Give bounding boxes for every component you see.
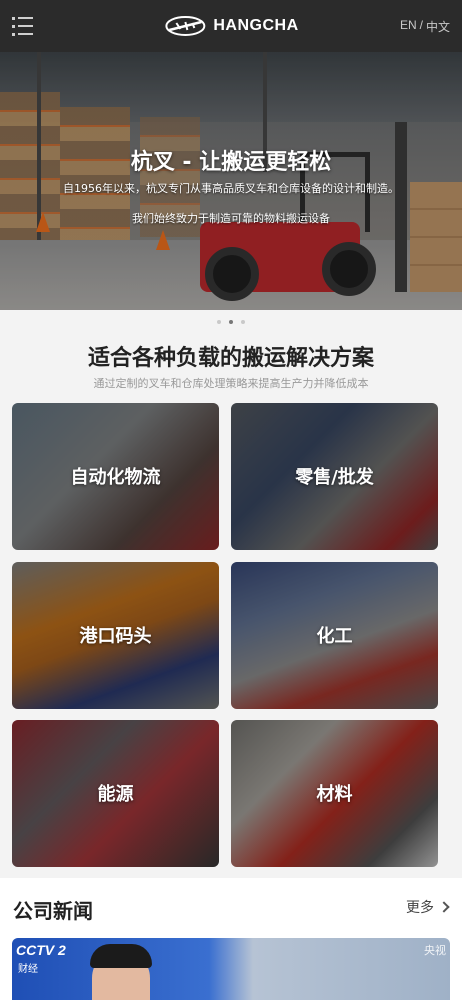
cctv-channel-sub: 财经 xyxy=(18,964,38,975)
top-header: HANGCHA EN / 中文 xyxy=(0,0,462,52)
lang-separator: / xyxy=(419,17,423,32)
solution-card-label: 能源 xyxy=(97,784,134,805)
brand-name: HANGCHA xyxy=(213,17,299,34)
hero-subtitle: 自1956年以来，杭叉专门从事高品质叉车和仓库设备的设计和制造。 xyxy=(63,182,399,195)
chevron-right-icon xyxy=(438,901,450,913)
menu-icon[interactable] xyxy=(12,13,38,39)
hero-banner[interactable]: 杭叉 - 让搬运更轻松 自1956年以来，杭叉专门从事高品质叉车和仓库设备的设计… xyxy=(0,52,462,310)
news-title: 公司新闻 xyxy=(13,899,93,923)
solution-card-port-terminal[interactable]: 港口码头 xyxy=(12,562,219,709)
solutions-title: 适合各种负载的搬运解决方案 xyxy=(87,346,374,371)
solution-card-materials[interactable]: 材料 xyxy=(231,720,438,867)
cctv-logo: CCTV 2 xyxy=(16,942,66,958)
solution-card-energy[interactable]: 能源 xyxy=(12,720,219,867)
solution-card-label: 材料 xyxy=(316,784,353,805)
lang-zh-link[interactable]: 中文 xyxy=(426,18,450,35)
solutions-subtitle: 通过定制的叉车和仓库处理策略来提高生产力并降低成本 xyxy=(93,377,369,390)
solution-card-label: 零售/批发 xyxy=(295,467,374,488)
news-more-label: 更多 xyxy=(406,900,434,916)
solution-card-label: 自动化物流 xyxy=(70,467,161,488)
carousel-dot-3[interactable] xyxy=(241,320,245,324)
hero-tagline: 我们始终致力于制造可靠的物料搬运设备 xyxy=(132,212,330,225)
solution-card-label: 港口码头 xyxy=(79,626,152,647)
solution-card-chemical[interactable]: 化工 xyxy=(231,562,438,709)
solution-card-retail-wholesale[interactable]: 零售/批发 xyxy=(231,403,438,550)
carousel-dots xyxy=(0,320,462,324)
news-thumbnail[interactable]: CCTV 2 财经 央视 xyxy=(12,938,450,1000)
carousel-dot-1[interactable] xyxy=(217,320,221,324)
page: HANGCHA EN / 中文 杭叉 - 让搬运更轻松 自1956年以来，杭叉专… xyxy=(0,0,462,1000)
lang-en-link[interactable]: EN xyxy=(400,18,417,35)
hangcha-logo-mark-icon xyxy=(165,16,206,36)
language-switch: EN / 中文 xyxy=(400,18,450,35)
watermark: 央视 xyxy=(424,944,446,957)
carousel-dot-2[interactable] xyxy=(229,320,233,324)
brand-logo[interactable]: HANGCHA xyxy=(163,14,298,38)
solution-card-automated-logistics[interactable]: 自动化物流 xyxy=(12,403,219,550)
solution-card-label: 化工 xyxy=(316,626,353,647)
news-more-link[interactable]: 更多 xyxy=(406,897,450,917)
hero-title: 杭叉 - 让搬运更轻松 xyxy=(130,150,332,175)
